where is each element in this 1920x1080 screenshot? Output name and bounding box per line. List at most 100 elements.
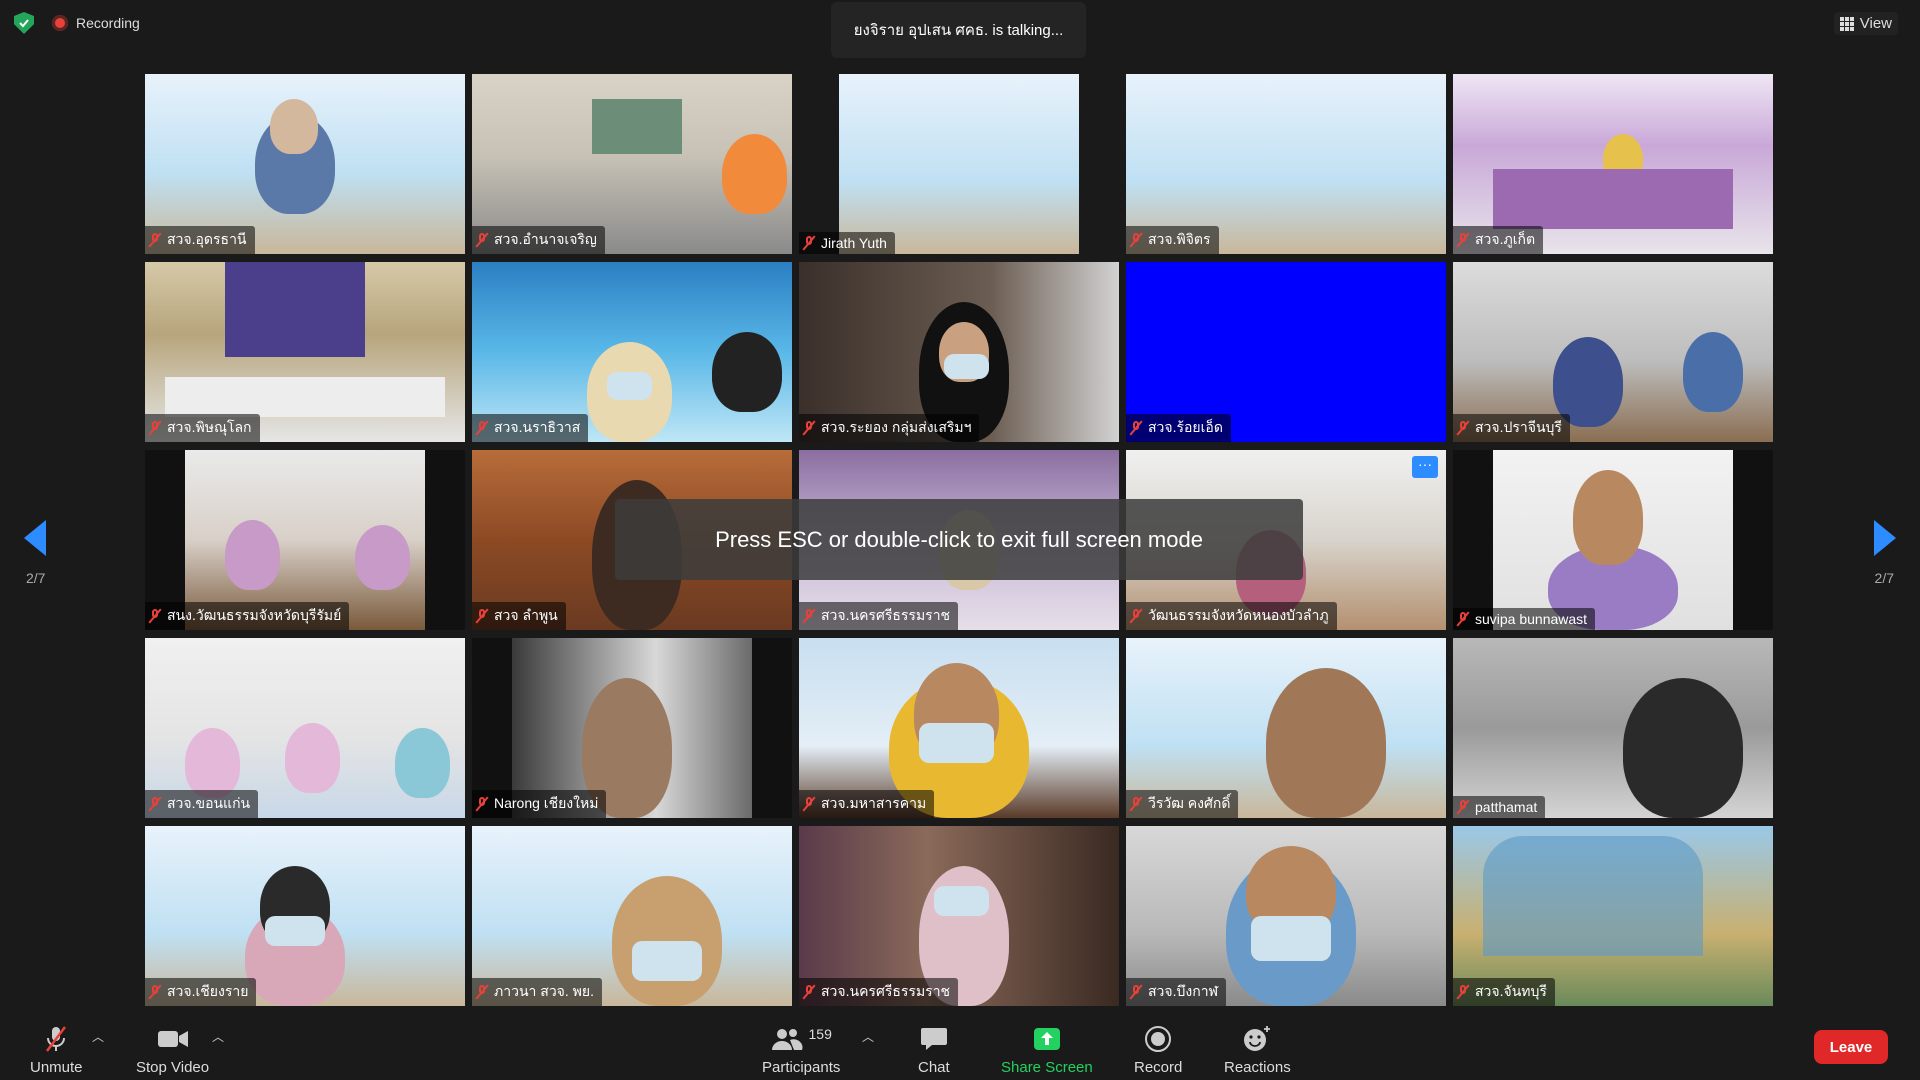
participant-name: สวจ ลำพูน	[472, 602, 566, 630]
participant-tile[interactable]: สวจ.นครศรีธรรมราช	[799, 826, 1119, 1006]
participant-tile[interactable]: Jirath Yuth	[799, 74, 1119, 254]
record-label: Record	[1134, 1059, 1183, 1076]
muted-mic-icon	[803, 797, 815, 811]
participant-name: สวจ.พิษณุโลก	[145, 414, 260, 442]
recording-dot-icon	[52, 15, 68, 31]
muted-mic-icon	[1457, 800, 1469, 814]
participant-tile[interactable]: สวจ.พิจิตร	[1126, 74, 1446, 254]
active-speaker-banner: ยงจิราย อุปเสน ศคธ. is talking...	[831, 2, 1086, 58]
muted-mic-icon	[149, 985, 161, 999]
participant-name: สวจ.ร้อยเอ็ด	[1126, 414, 1231, 442]
meeting-toolbar: Unmute ︿ Stop Video ︿ 159 Participants ︿…	[0, 1018, 1920, 1080]
previous-page-arrow-icon[interactable]	[24, 520, 46, 556]
unmute-button[interactable]: Unmute	[30, 1025, 83, 1076]
participant-tile[interactable]: สวจ.เชียงราย	[145, 826, 465, 1006]
video-camera-icon	[157, 1025, 189, 1053]
reactions-label: Reactions	[1224, 1059, 1291, 1076]
video-feed	[1453, 450, 1773, 630]
participant-tile[interactable]: ภาวนา สวจ. พย.	[472, 826, 792, 1006]
muted-mic-icon	[476, 797, 488, 811]
security-shield-icon[interactable]	[14, 12, 34, 34]
video-feed	[799, 74, 1119, 254]
next-page-arrow-icon[interactable]	[1874, 520, 1896, 556]
participant-name: สวจ.บึงกาฬ	[1126, 978, 1227, 1006]
participant-tile[interactable]: สวจ.อุดรธานี	[145, 74, 465, 254]
participant-tile[interactable]: สวจ.ร้อยเอ็ด	[1126, 262, 1446, 442]
participant-tile[interactable]: สวจ.ปราจีนบุรี	[1453, 262, 1773, 442]
participant-tile[interactable]: สนง.วัฒนธรรมจังหวัดบุรีรัมย์	[145, 450, 465, 630]
participant-name: วีรวัฒ คงศักดิ์	[1126, 790, 1239, 818]
muted-mic-icon	[803, 236, 815, 250]
participant-name: patthamat	[1453, 796, 1546, 818]
muted-mic-icon	[149, 797, 161, 811]
participant-tile[interactable]: สวจ.ขอนแก่น	[145, 638, 465, 818]
record-icon	[1144, 1025, 1172, 1053]
chat-label: Chat	[918, 1059, 950, 1076]
participant-tile[interactable]: วีรวัฒ คงศักดิ์	[1126, 638, 1446, 818]
muted-mic-icon	[803, 609, 815, 623]
stop-video-button[interactable]: Stop Video	[136, 1025, 209, 1076]
mic-muted-icon	[44, 1025, 68, 1053]
chat-bubble-icon	[920, 1025, 948, 1053]
muted-mic-icon	[149, 233, 161, 247]
muted-mic-icon	[149, 421, 161, 435]
top-status-bar: Recording	[14, 12, 140, 34]
reactions-button[interactable]: Reactions	[1224, 1025, 1291, 1076]
leave-button[interactable]: Leave	[1814, 1030, 1888, 1064]
page-indicator-right: 2/7	[1874, 570, 1894, 586]
recording-label: Recording	[76, 15, 140, 31]
muted-mic-icon	[476, 233, 488, 247]
participant-name: ภาวนา สวจ. พย.	[472, 978, 602, 1006]
participant-name: สวจ.นครศรีธรรมราช	[799, 978, 959, 1006]
participants-icon-group: 159	[771, 1025, 832, 1053]
participant-name: สวจ.เชียงราย	[145, 978, 257, 1006]
chat-button[interactable]: Chat	[918, 1025, 950, 1076]
participant-name: สวจ.นครศรีธรรมราช	[799, 602, 959, 630]
audio-options-chevron-icon[interactable]: ︿	[92, 1028, 104, 1045]
participants-label: Participants	[762, 1059, 841, 1076]
muted-mic-icon	[1457, 985, 1469, 999]
muted-mic-icon	[1130, 985, 1142, 999]
view-button[interactable]: View	[1833, 12, 1898, 35]
participant-tile[interactable]: สวจ.มหาสารคาม	[799, 638, 1119, 818]
participant-name: สวจ.ขอนแก่น	[145, 790, 259, 818]
participant-tile[interactable]: สวจ.นราธิวาส	[472, 262, 792, 442]
participant-tile[interactable]: สวจ.ภูเก็ต	[1453, 74, 1773, 254]
participant-name: สวจ.ระยอง กลุ่มส่งเสริมฯ	[799, 414, 980, 442]
muted-mic-icon	[1130, 797, 1142, 811]
participant-tile[interactable]: suvipa bunnawast	[1453, 450, 1773, 630]
muted-mic-icon	[1130, 421, 1142, 435]
video-feed	[1453, 638, 1773, 818]
muted-mic-icon	[1457, 421, 1469, 435]
participant-tile[interactable]: สวจ.จันทบุรี	[1453, 826, 1773, 1006]
participant-tile[interactable]: สวจ.พิษณุโลก	[145, 262, 465, 442]
participant-name: สวจ.นราธิวาส	[472, 414, 589, 442]
smiley-icon	[1242, 1025, 1272, 1053]
people-icon	[771, 1029, 803, 1050]
participants-button[interactable]: 159 Participants	[762, 1025, 840, 1076]
participant-tile[interactable]: patthamat	[1453, 638, 1773, 818]
muted-mic-icon	[1457, 233, 1469, 247]
more-options-button[interactable]: ···	[1412, 456, 1438, 478]
participant-name: สวจ.อำนาจเจริญ	[472, 226, 605, 254]
participant-tile[interactable]: สวจ.อำนาจเจริญ	[472, 74, 792, 254]
share-screen-icon	[1033, 1025, 1061, 1053]
fullscreen-exit-notice: Press ESC or double-click to exit full s…	[615, 499, 1303, 580]
grid-view-icon	[1839, 16, 1854, 31]
record-button[interactable]: Record	[1134, 1025, 1182, 1076]
stop-video-label: Stop Video	[136, 1059, 210, 1076]
muted-mic-icon	[476, 609, 488, 623]
video-options-chevron-icon[interactable]: ︿	[212, 1028, 224, 1045]
participant-tile[interactable]: Narong เชียงใหม่	[472, 638, 792, 818]
muted-mic-icon	[149, 609, 161, 623]
muted-mic-icon	[1130, 609, 1142, 623]
participant-tile[interactable]: สวจ.บึงกาฬ	[1126, 826, 1446, 1006]
participant-name: วัฒนธรรมจังหวัดหนองบัวลำภู	[1126, 602, 1337, 630]
recording-indicator[interactable]: Recording	[52, 15, 140, 31]
unmute-label: Unmute	[30, 1059, 83, 1076]
share-screen-button[interactable]: Share Screen	[1001, 1025, 1093, 1076]
participant-name: suvipa bunnawast	[1453, 608, 1596, 630]
participant-name: Narong เชียงใหม่	[472, 790, 607, 818]
participant-tile[interactable]: สวจ.ระยอง กลุ่มส่งเสริมฯ	[799, 262, 1119, 442]
participants-options-chevron-icon[interactable]: ︿	[862, 1028, 874, 1045]
